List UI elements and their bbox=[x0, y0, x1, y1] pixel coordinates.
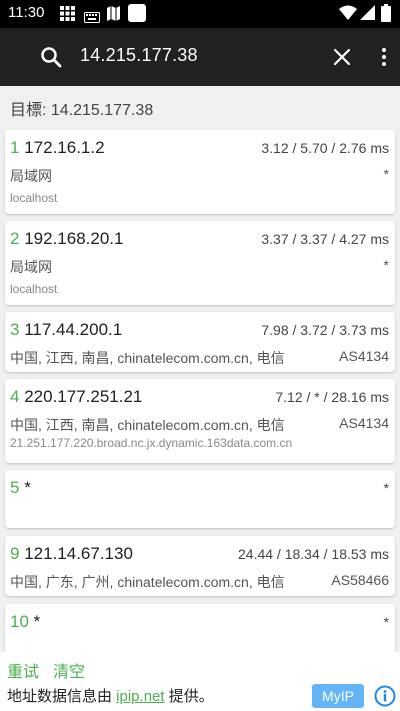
notification-square-icon bbox=[128, 4, 146, 26]
hop-times: 3.12 / 5.70 / 2.76 ms bbox=[261, 140, 389, 156]
info-icon[interactable] bbox=[374, 685, 396, 711]
hop-times: * bbox=[383, 614, 389, 630]
hop-ip: * bbox=[33, 612, 41, 631]
hop-number: 5 bbox=[10, 478, 20, 497]
hop-times: 24.44 / 18.34 / 18.53 ms bbox=[238, 546, 389, 562]
map-icon bbox=[107, 6, 120, 25]
hop-number: 9 bbox=[10, 544, 20, 563]
keyboard-icon bbox=[84, 8, 100, 27]
status-time: 11:30 bbox=[8, 4, 45, 21]
hop-asn: AS4134 bbox=[339, 348, 389, 364]
clear-button[interactable]: 清空 bbox=[53, 658, 85, 682]
hop-hostname: localhost bbox=[10, 282, 58, 296]
hop-location: 中国, 江西, 南昌, chinatelecom.com.cn, 电信 bbox=[10, 350, 285, 366]
search-icon[interactable] bbox=[40, 46, 62, 72]
hop-times: 7.12 / * / 28.16 ms bbox=[275, 389, 389, 405]
hop-card[interactable]: 1 172.16.1.2 3.12 / 5.70 / 2.76 ms 局域网 *… bbox=[5, 130, 395, 214]
hop-card[interactable]: 10 * * bbox=[5, 604, 395, 656]
hop-ip: 220.177.251.21 bbox=[24, 387, 143, 406]
hop-asn: AS58466 bbox=[331, 572, 389, 588]
signal-icon bbox=[360, 5, 375, 24]
hop-card[interactable]: 9 121.14.67.130 24.44 / 18.34 / 18.53 ms… bbox=[5, 536, 395, 596]
hop-ip: 172.16.1.2 bbox=[24, 138, 105, 157]
hop-card[interactable]: 5 * * bbox=[5, 470, 395, 528]
credit-suffix: 提供。 bbox=[164, 688, 214, 705]
hop-number: 1 bbox=[10, 138, 20, 157]
hop-card[interactable]: 2 192.168.20.1 3.37 / 3.37 / 4.27 ms 局域网… bbox=[5, 221, 395, 305]
retry-button[interactable]: 重试 bbox=[7, 658, 39, 682]
hop-ip: 192.168.20.1 bbox=[24, 229, 124, 248]
hop-asn: AS4134 bbox=[339, 415, 389, 431]
credit-prefix: 地址数据信息由 bbox=[7, 688, 117, 705]
hop-location: 中国, 江西, 南昌, chinatelecom.com.cn, 电信 bbox=[10, 417, 285, 433]
target-label: 目標: 14.215.177.38 bbox=[10, 102, 154, 119]
hop-hostname: localhost bbox=[10, 191, 58, 205]
myip-button[interactable]: MyIP bbox=[312, 684, 364, 708]
grid-icon bbox=[60, 6, 75, 25]
hop-asn: * bbox=[383, 257, 389, 273]
more-vert-icon[interactable] bbox=[378, 46, 390, 68]
search-toolbar: 14.215.177.38 bbox=[0, 28, 400, 86]
hop-ip: 117.44.200.1 bbox=[24, 320, 123, 339]
hop-location: 局域网 bbox=[10, 259, 52, 275]
hop-card[interactable]: 4 220.177.251.21 7.12 / * / 28.16 ms 中国,… bbox=[5, 379, 395, 463]
hop-location: 中国, 广东, 广州, chinatelecom.com.cn, 电信 bbox=[10, 574, 285, 590]
status-bar: 11:30 bbox=[0, 0, 400, 28]
hop-number: 3 bbox=[10, 320, 20, 339]
hop-card[interactable]: 3 117.44.200.1 7.98 / 3.72 / 3.73 ms 中国,… bbox=[5, 312, 395, 372]
hop-times: 7.98 / 3.72 / 3.73 ms bbox=[261, 322, 389, 338]
search-input[interactable]: 14.215.177.38 bbox=[80, 45, 198, 66]
wifi-icon bbox=[339, 5, 357, 24]
ipip-link[interactable]: ipip.net bbox=[116, 688, 164, 705]
hop-asn: * bbox=[383, 166, 389, 182]
bottom-bar: 重试 清空 地址数据信息由 ipip.net 提供。 MyIP bbox=[0, 652, 400, 711]
hop-number: 4 bbox=[10, 387, 20, 406]
hop-ip: * bbox=[24, 478, 31, 497]
close-icon[interactable] bbox=[333, 48, 351, 70]
hop-hostname: 21.251.177.220.broad.nc.jx.dynamic.163da… bbox=[10, 436, 293, 450]
hop-number: 10 bbox=[10, 612, 29, 631]
hop-location: 局域网 bbox=[10, 168, 52, 184]
hop-times: * bbox=[383, 480, 389, 496]
hop-number: 2 bbox=[10, 229, 20, 248]
hop-times: 3.37 / 3.37 / 4.27 ms bbox=[261, 231, 389, 247]
data-credit: 地址数据信息由 ipip.net 提供。 bbox=[7, 685, 214, 706]
hop-ip: 121.14.67.130 bbox=[24, 544, 133, 563]
battery-icon bbox=[381, 4, 391, 26]
